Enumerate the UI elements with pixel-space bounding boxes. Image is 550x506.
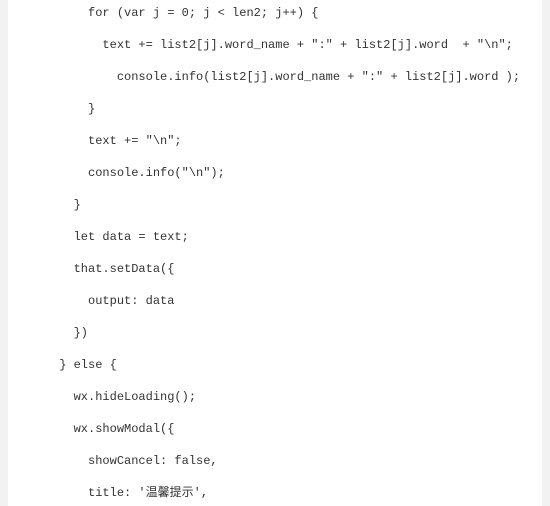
code-line: }) <box>8 324 542 342</box>
code-line: wx.showModal({ <box>8 420 542 438</box>
code-block: for (var j = 0; j < len2; j++) { text +=… <box>8 0 542 506</box>
code-line: title: '温馨提示', <box>8 484 542 502</box>
code-line <box>8 214 542 228</box>
code-line <box>8 310 542 324</box>
code-line: showCancel: false, <box>8 452 542 470</box>
code-line <box>8 246 542 260</box>
code-line <box>8 182 542 196</box>
code-line <box>8 342 542 356</box>
code-line <box>8 470 542 484</box>
code-line: } <box>8 196 542 214</box>
code-line: for (var j = 0; j < len2; j++) { <box>8 4 542 22</box>
code-line <box>8 54 542 68</box>
code-line: } <box>8 100 542 118</box>
code-line <box>8 118 542 132</box>
code-line: text += list2[j].word_name + ":" + list2… <box>8 36 542 54</box>
code-line: text += "\n"; <box>8 132 542 150</box>
code-line: console.info(list2[j].word_name + ":" + … <box>8 68 542 86</box>
code-line <box>8 406 542 420</box>
code-line <box>8 22 542 36</box>
code-line: console.info("\n"); <box>8 164 542 182</box>
code-line <box>8 438 542 452</box>
code-line: } else { <box>8 356 542 374</box>
code-line <box>8 374 542 388</box>
code-line <box>8 150 542 164</box>
code-line: wx.hideLoading(); <box>8 388 542 406</box>
code-line <box>8 86 542 100</box>
code-line <box>8 278 542 292</box>
code-line: output: data <box>8 292 542 310</box>
code-line: that.setData({ <box>8 260 542 278</box>
code-line: let data = text; <box>8 228 542 246</box>
